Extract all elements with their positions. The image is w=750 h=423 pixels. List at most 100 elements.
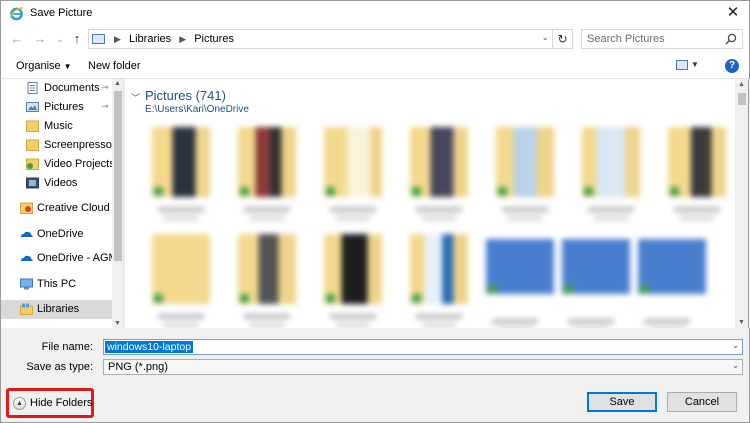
- sidebar-item-video-projects[interactable]: Video Projects: [1, 155, 112, 174]
- breadcrumb-libraries[interactable]: Libraries: [129, 33, 171, 45]
- scrollbar-thumb[interactable]: [738, 93, 746, 105]
- sync-status-icon: [412, 294, 421, 303]
- chevron-down-icon[interactable]: ⌄: [732, 341, 739, 350]
- thumbnail-label: [416, 207, 462, 212]
- thumbnail-label: [508, 216, 542, 220]
- sidebar-item-pictures[interactable]: Pictures ⊸: [1, 98, 112, 117]
- sidebar-item-documents[interactable]: Documents ⊸: [1, 79, 112, 98]
- chevron-down-icon[interactable]: ⌄: [732, 361, 739, 370]
- organise-menu-button[interactable]: Organise ▼: [16, 60, 72, 72]
- chevron-up-icon: ▲: [13, 397, 26, 410]
- scroll-down-icon[interactable]: ▼: [738, 319, 745, 326]
- sidebar-item-label: OneDrive: [37, 228, 84, 240]
- address-bar[interactable]: ▶ Libraries ▶ Pictures ⌄: [88, 29, 553, 49]
- sidebar-item-label: This PC: [37, 278, 77, 290]
- sync-status-icon: [154, 294, 163, 303]
- thumbnail-label: [594, 216, 628, 220]
- sync-status-icon: [412, 187, 421, 196]
- refresh-icon[interactable]: ↻: [553, 29, 573, 49]
- content-scrollbar[interactable]: ▲ ▼: [735, 79, 749, 328]
- thumbnail-label: [416, 314, 462, 319]
- thumbnail-label: [164, 323, 198, 327]
- filename-label: File name:: [41, 341, 93, 353]
- search-input[interactable]: [587, 33, 717, 45]
- filename-input[interactable]: windows10-laptop ⌄: [103, 339, 743, 355]
- sync-status-icon: [240, 294, 249, 303]
- command-bar: Organise ▼ New folder ▼ ?: [0, 53, 750, 79]
- sidebar-item-onedrive[interactable]: OneDrive: [1, 225, 112, 244]
- thumbnail-label: [250, 323, 284, 327]
- sidebar-item-label: Documents: [44, 82, 100, 94]
- thumbnail-label: [336, 216, 370, 220]
- sidebar-item-this-pc[interactable]: This PC: [1, 275, 112, 294]
- close-icon[interactable]: ✕: [717, 1, 749, 27]
- help-icon[interactable]: ?: [725, 59, 739, 73]
- search-icon[interactable]: [725, 33, 737, 45]
- thumbnail-grid: [125, 119, 735, 328]
- sidebar-item-label: Video Projects: [44, 158, 112, 170]
- title-bar: Save Picture ✕: [0, 0, 750, 26]
- pin-icon: ⊸: [101, 101, 109, 111]
- sidebar-item-libraries[interactable]: Libraries: [1, 300, 112, 319]
- sync-status-icon: [154, 187, 163, 196]
- save-form: File name: windows10-laptop ⌄ Save as ty…: [0, 328, 750, 423]
- thumbnail-label: [680, 216, 714, 220]
- video-projects-icon: [26, 158, 39, 170]
- recent-locations-chevron-icon[interactable]: ⌄: [52, 31, 68, 47]
- collapse-group-chevron-icon[interactable]: ﹀: [131, 91, 140, 104]
- sync-status-icon: [564, 285, 573, 294]
- cancel-button[interactable]: Cancel: [667, 392, 737, 412]
- sidebar-item-label: Screenpresso: [44, 139, 112, 151]
- thumbnail-label: [330, 207, 376, 212]
- scrollbar-thumb[interactable]: [114, 91, 122, 261]
- sidebar-scrollbar[interactable]: ▲ ▼: [112, 79, 123, 328]
- sidebar-item-videos[interactable]: Videos: [1, 174, 112, 193]
- address-dropdown-chevron-icon[interactable]: ⌄: [541, 32, 549, 43]
- sidebar-item-label: Music: [44, 120, 73, 132]
- up-arrow-icon[interactable]: ↑: [69, 31, 85, 47]
- organise-label: Organise: [16, 60, 61, 72]
- scroll-up-icon[interactable]: ▲: [738, 81, 745, 88]
- thumbnail-label: [422, 216, 456, 220]
- back-arrow-icon[interactable]: ←: [9, 31, 25, 47]
- sidebar-item-onedrive-agm[interactable]: OneDrive - AGM N: [1, 249, 112, 268]
- videos-icon: [26, 177, 39, 189]
- thumbnail-label: [492, 319, 538, 324]
- sidebar-item-label: Libraries: [37, 303, 80, 315]
- caret-down-icon: ▼: [63, 62, 72, 71]
- window-title: Save Picture: [30, 7, 93, 19]
- thumbnail-label: [644, 319, 690, 324]
- save-as-type-select[interactable]: PNG (*.png) ⌄: [103, 359, 743, 375]
- folder-icon: [26, 120, 39, 132]
- thumbnail-label: [588, 207, 634, 212]
- breadcrumb-separator-icon: ▶: [179, 34, 187, 44]
- save-button[interactable]: Save: [587, 392, 657, 412]
- hide-folders-button[interactable]: ▲ Hide Folders: [6, 388, 94, 418]
- sidebar-item-music[interactable]: Music: [1, 117, 112, 136]
- sync-status-icon: [498, 187, 507, 196]
- change-view-button[interactable]: ▼: [676, 59, 700, 73]
- sync-status-icon: [326, 294, 335, 303]
- caret-down-icon: ▼: [691, 60, 699, 69]
- breadcrumb-separator-icon: ▶: [114, 34, 121, 44]
- forward-arrow-icon[interactable]: →: [32, 31, 48, 47]
- this-pc-icon: [20, 278, 33, 290]
- thumbnail-label: [244, 314, 290, 319]
- thumbnail-label: [244, 207, 290, 212]
- group-header-title[interactable]: Pictures (741): [145, 88, 226, 103]
- hide-folders-label: Hide Folders: [30, 397, 93, 409]
- file-list: ﹀ Pictures (741) E:\Users\Kari\OneDrive: [125, 79, 735, 328]
- creative-cloud-icon: [20, 202, 33, 214]
- libraries-icon: [20, 303, 33, 315]
- breadcrumb-pictures[interactable]: Pictures: [194, 33, 234, 45]
- scroll-down-icon[interactable]: ▼: [114, 320, 121, 327]
- new-folder-button[interactable]: New folder: [88, 60, 141, 72]
- thumbnail-label: [674, 207, 720, 212]
- search-box: [581, 29, 743, 49]
- sidebar-item-screenpresso[interactable]: Screenpresso: [1, 136, 112, 155]
- thumbnail-label: [568, 319, 614, 324]
- save-as-type-label: Save as type:: [26, 361, 93, 373]
- filename-value[interactable]: windows10-laptop: [105, 341, 194, 353]
- scroll-up-icon[interactable]: ▲: [114, 80, 121, 87]
- sidebar-item-creative-cloud-files[interactable]: Creative Cloud Fil: [1, 199, 112, 218]
